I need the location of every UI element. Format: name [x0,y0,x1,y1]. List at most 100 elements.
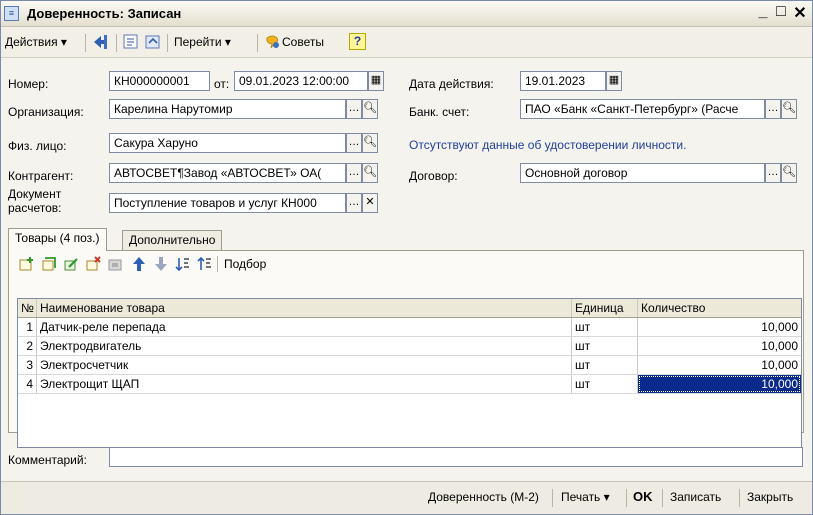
move-up-icon[interactable] [131,256,147,272]
pick-button[interactable]: Подбор [224,257,266,271]
settlement-field[interactable]: Поступление товаров и услуг КН000 [109,193,346,213]
open-magnifier-icon[interactable]: 🔍︎ [362,163,378,183]
row-number: 2 [18,337,37,355]
table-row[interactable]: 4 Электрощит ЩАП шт 10,000 [18,375,801,394]
date-field[interactable]: 09.01.2023 12:00:00 [234,71,368,91]
open-magnifier-icon[interactable]: 🔍︎ [781,163,797,183]
document-structure-icon[interactable] [122,33,140,51]
actions-menu[interactable]: Действия ▾ [5,35,67,49]
goto-menu[interactable]: Перейти ▾ [174,35,231,49]
valid-until-field[interactable]: 19.01.2023 [520,71,606,91]
copy-row-icon[interactable] [41,256,57,272]
open-magnifier-icon[interactable]: 🔍︎ [362,99,378,119]
maximize-button[interactable]: □ [772,3,790,21]
row-unit[interactable]: шт [572,318,638,336]
bank-account-field[interactable]: ПАО «Банк «Санкт-Петербург» (Расче [520,99,765,119]
tab-additional[interactable]: Дополнительно [122,230,223,250]
comment-field[interactable] [109,447,803,467]
print-form-button[interactable]: Доверенность (М-2) [428,490,539,504]
bottom-separator [739,489,740,507]
row-name[interactable]: Электросчетчик [37,356,572,374]
sort-descending-icon[interactable] [197,256,213,272]
tabs-panel: Товары (4 поз.) Дополнительно Подбор № Н… [8,228,804,448]
column-header-number[interactable]: № [18,299,37,317]
counterparty-label: Контрагент: [8,169,74,183]
delete-row-icon[interactable] [85,256,101,272]
row-number: 1 [18,318,37,336]
title-bar: ≡ Доверенность: Записан _ □ ✕ [1,1,812,27]
settlement-label-line2: расчетов: [8,201,62,215]
table-row[interactable]: 1 Датчик-реле перепада шт 10,000 [18,318,801,337]
counterparty-field[interactable]: АВТОСВЕТ¶Завод «АВТОСВЕТ» ОА( [109,163,346,183]
table-row[interactable]: 2 Электродвигатель шт 10,000 [18,337,801,356]
open-magnifier-icon[interactable]: 🔍︎ [781,99,797,119]
minimize-button[interactable]: _ [754,3,772,21]
select-ellipsis-icon[interactable]: … [346,163,362,183]
valid-until-label: Дата действия: [409,77,494,91]
window-title: Доверенность: Записан [27,6,182,21]
comment-label: Комментарий: [8,453,87,467]
calendar-icon[interactable]: ▦ [368,71,384,91]
tab-goods[interactable]: Товары (4 поз.) [8,228,107,251]
bottom-bar: Доверенность (М-2) Печать ▾ OK Записать … [1,481,812,514]
contract-label: Договор: [409,169,458,183]
from-label: от: [214,77,230,91]
end-edit-icon[interactable] [107,256,123,272]
tips-button[interactable]: Советы [282,35,324,49]
print-menu-button[interactable]: Печать ▾ [561,490,610,504]
organization-field[interactable]: Карелина Нарутомир [109,99,346,119]
add-row-icon[interactable] [19,256,35,272]
table-row[interactable]: 3 Электросчетчик шт 10,000 [18,356,801,375]
contract-field[interactable]: Основной договор [520,163,765,183]
edit-row-icon[interactable] [63,256,79,272]
select-ellipsis-icon[interactable]: … [346,99,362,119]
select-ellipsis-icon[interactable]: … [346,193,362,213]
row-quantity[interactable]: 10,000 [638,318,801,336]
toolbar-separator [257,34,258,52]
row-unit[interactable]: шт [572,375,638,393]
column-header-unit[interactable]: Единица [572,299,638,317]
tips-icon[interactable] [264,33,282,51]
organization-label: Организация: [8,105,84,119]
bottom-separator [552,489,553,507]
clear-icon[interactable]: ✕ [362,193,378,213]
help-button[interactable]: ? [349,33,366,50]
row-quantity[interactable]: 10,000 [638,356,801,374]
goods-table[interactable]: № Наименование товара Единица Количество… [17,298,802,448]
select-ellipsis-icon[interactable]: … [765,99,781,119]
calendar-icon[interactable]: ▦ [606,71,622,91]
row-number: 3 [18,356,37,374]
open-magnifier-icon[interactable]: 🔍︎ [362,133,378,153]
goods-tab-body: Подбор № Наименование товара Единица Кол… [8,250,804,448]
row-number: 4 [18,375,37,393]
no-id-message: Отсутствуют данные об удостоверении личн… [409,138,687,152]
select-ellipsis-icon[interactable]: … [346,133,362,153]
toolbar-separator [167,34,168,52]
move-down-icon[interactable] [153,256,169,272]
arrow-left-icon[interactable] [92,33,110,51]
column-header-quantity[interactable]: Количество [638,299,801,317]
sort-ascending-icon[interactable] [175,256,191,272]
row-unit[interactable]: шт [572,356,638,374]
entry-input-icon[interactable] [144,33,162,51]
toolbar: Действия ▾ Перейти ▾ Советы ? [1,28,812,58]
settlement-label-line1: Документ [8,187,62,201]
close-button[interactable]: ✕ [791,3,809,23]
row-name[interactable]: Электрощит ЩАП [37,375,572,393]
person-field[interactable]: Сакура Харуно [109,133,346,153]
close-form-button[interactable]: Закрыть [747,490,793,504]
bank-account-label: Банк. счет: [409,105,470,119]
save-button[interactable]: Записать [670,490,721,504]
number-label: Номер: [8,77,49,91]
row-name[interactable]: Датчик-реле перепада [37,318,572,336]
ok-button[interactable]: OK [633,489,653,504]
row-quantity-selected[interactable]: 10,000 [638,375,801,393]
column-header-name[interactable]: Наименование товара [37,299,572,317]
row-quantity[interactable]: 10,000 [638,337,801,355]
select-ellipsis-icon[interactable]: … [765,163,781,183]
row-name[interactable]: Электродвигатель [37,337,572,355]
toolbar-separator [116,34,117,52]
toolbar-separator [85,34,86,52]
number-field[interactable]: КН000000001 [109,71,210,91]
row-unit[interactable]: шт [572,337,638,355]
